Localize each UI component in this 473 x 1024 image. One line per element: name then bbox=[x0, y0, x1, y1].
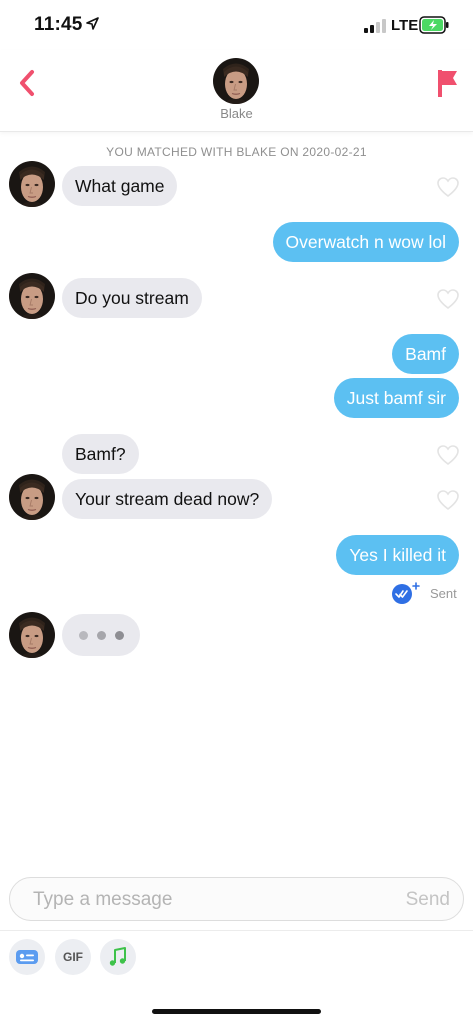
outgoing-message[interactable]: Yes I killed it bbox=[336, 535, 459, 575]
message-input-placeholder: Type a message bbox=[33, 889, 173, 910]
read-receipt-icon bbox=[392, 582, 420, 604]
outgoing-message[interactable]: Just bamf sir bbox=[333, 378, 459, 418]
toolbar-divider bbox=[0, 930, 473, 931]
music-note-icon bbox=[109, 947, 126, 966]
match-name: Blake bbox=[220, 106, 253, 121]
incoming-message[interactable]: Do you stream bbox=[62, 278, 202, 318]
header-avatar[interactable] bbox=[213, 58, 259, 104]
outgoing-message[interactable]: Bamf bbox=[392, 334, 459, 374]
like-heart-icon[interactable] bbox=[436, 444, 460, 466]
sticker-card-button[interactable] bbox=[9, 939, 45, 975]
sent-status-label: Sent bbox=[430, 586, 457, 601]
home-indicator bbox=[152, 1009, 321, 1014]
status-bar: 11:45 LTE bbox=[0, 0, 473, 50]
sender-avatar[interactable] bbox=[9, 273, 55, 319]
sender-avatar[interactable] bbox=[9, 612, 55, 658]
like-heart-icon[interactable] bbox=[436, 176, 460, 198]
music-button[interactable] bbox=[100, 939, 136, 975]
typing-dot bbox=[97, 631, 106, 640]
status-time: 11:45 bbox=[34, 14, 83, 35]
incoming-message[interactable]: Bamf? bbox=[62, 434, 139, 474]
incoming-message[interactable]: What game bbox=[62, 166, 178, 206]
incoming-message[interactable]: Your stream dead now? bbox=[62, 479, 273, 519]
typing-dot bbox=[79, 631, 88, 640]
battery-charging-icon bbox=[419, 16, 449, 34]
outgoing-message[interactable]: Overwatch n wow lol bbox=[272, 222, 459, 262]
like-heart-icon[interactable] bbox=[436, 489, 460, 511]
send-button[interactable]: Send bbox=[406, 889, 450, 911]
message-input[interactable]: Type a message Send bbox=[9, 877, 464, 921]
match-date-label: YOU MATCHED WITH BLAKE ON 2020-02-21 bbox=[106, 145, 367, 159]
contact-card-icon bbox=[16, 950, 38, 964]
signal-strength-icon bbox=[364, 19, 386, 33]
sender-avatar[interactable] bbox=[9, 161, 55, 207]
network-label: LTE bbox=[391, 17, 419, 34]
location-arrow-icon bbox=[86, 17, 99, 30]
typing-indicator bbox=[62, 614, 140, 656]
gif-button[interactable]: GIF bbox=[55, 939, 91, 975]
chat-header: Blake bbox=[0, 50, 473, 132]
back-chevron-icon[interactable] bbox=[14, 66, 40, 100]
report-flag-icon[interactable] bbox=[434, 66, 460, 100]
typing-dot bbox=[115, 631, 124, 640]
sender-avatar[interactable] bbox=[9, 474, 55, 520]
like-heart-icon[interactable] bbox=[436, 288, 460, 310]
